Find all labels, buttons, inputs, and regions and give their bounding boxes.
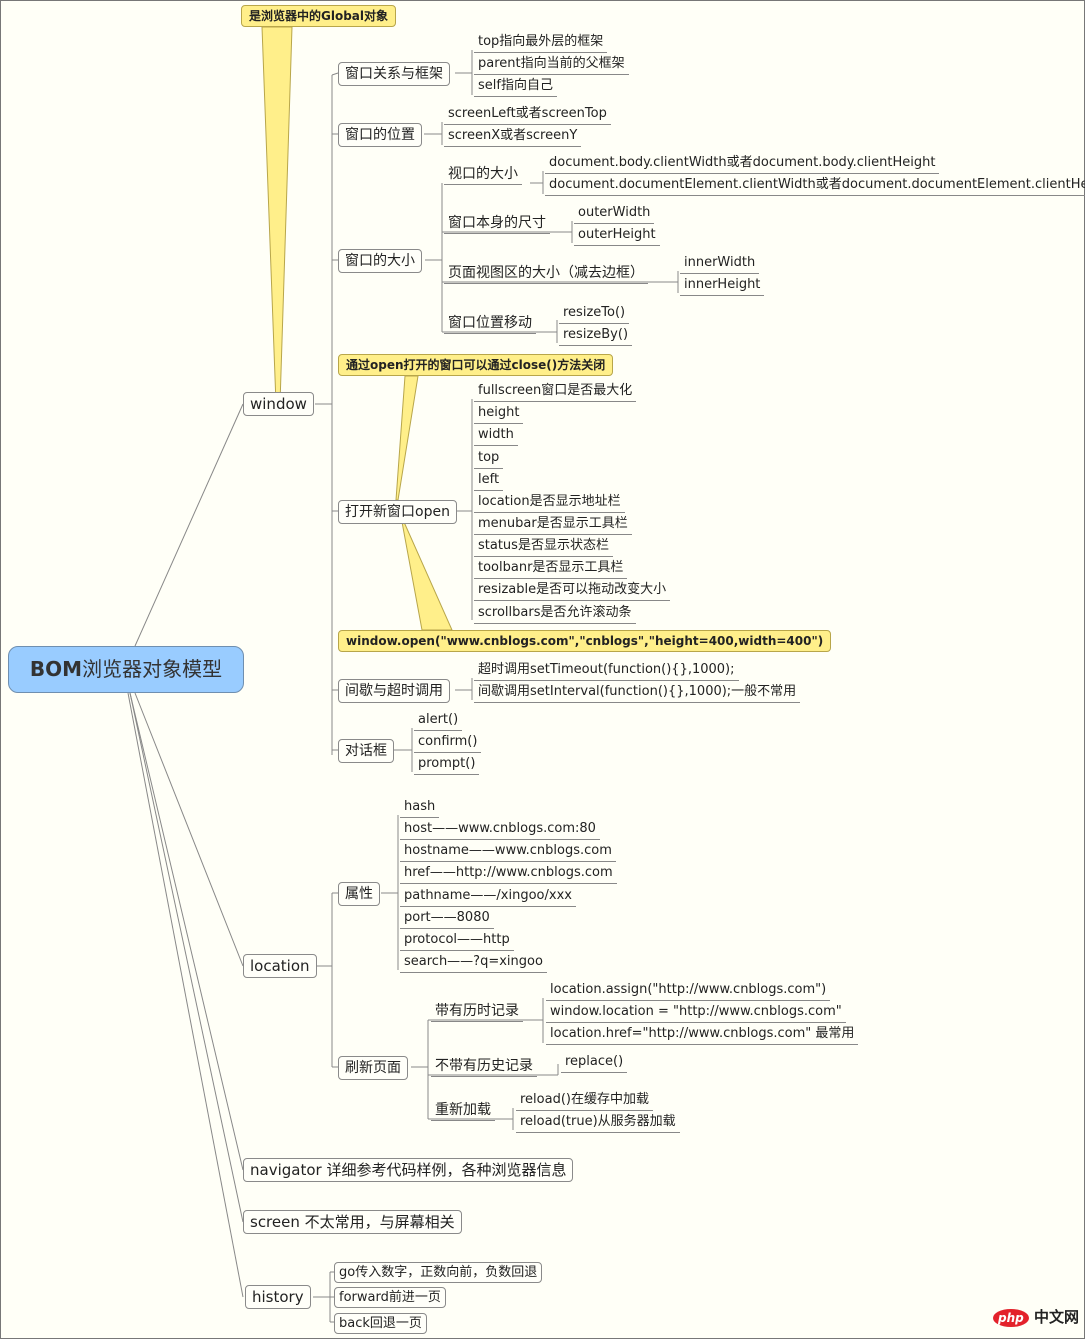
frames-item[interactable]: top指向最外层的框架: [474, 33, 608, 53]
open-item[interactable]: menubar是否显示工具栏: [474, 515, 632, 535]
note-global[interactable]: 是浏览器中的Global对象: [241, 5, 397, 27]
node-outer[interactable]: 窗口本身的尺寸: [444, 214, 550, 234]
root-label-cn: 浏览器对象模型: [82, 657, 223, 681]
open-item[interactable]: resizable是否可以拖动改变大小: [474, 581, 671, 601]
inner-item[interactable]: innerHeight: [680, 276, 765, 296]
node-no-history[interactable]: 不带有历史记录: [431, 1057, 537, 1077]
inner-item[interactable]: innerWidth: [680, 254, 760, 274]
props-item[interactable]: host——www.cnblogs.com:80: [400, 820, 600, 840]
node-location[interactable]: location: [243, 954, 317, 978]
outer-item[interactable]: outerHeight: [574, 226, 660, 246]
props-item[interactable]: pathname——/xingoo/xxx: [400, 887, 576, 907]
root-node[interactable]: BOM浏览器对象模型: [8, 646, 244, 693]
node-window[interactable]: window: [243, 392, 314, 416]
note-open-example[interactable]: window.open("www.cnblogs.com","cnblogs",…: [338, 630, 832, 652]
node-move[interactable]: 窗口位置移动: [444, 314, 536, 334]
watermark-text: 中文网: [1033, 1308, 1079, 1326]
node-frames[interactable]: 窗口关系与框架: [338, 62, 450, 86]
open-item[interactable]: scrollbars是否允许滚动条: [474, 604, 636, 624]
no-history-item[interactable]: replace(): [561, 1053, 628, 1073]
viewport-item[interactable]: document.documentElement.clientWidth或者do…: [545, 176, 1085, 196]
props-item[interactable]: protocol——http: [400, 931, 514, 951]
node-timers[interactable]: 间歇与超时调用: [338, 679, 450, 703]
open-item[interactable]: location是否显示地址栏: [474, 493, 625, 513]
open-item[interactable]: top: [474, 449, 504, 469]
note-close[interactable]: 通过open打开的窗口可以通过close()方法关闭: [338, 354, 614, 376]
open-item[interactable]: toolbanr是否显示工具栏: [474, 559, 628, 579]
open-item[interactable]: width: [474, 426, 518, 446]
move-item[interactable]: resizeTo(): [559, 304, 630, 324]
open-item[interactable]: left: [474, 471, 504, 491]
node-history[interactable]: history: [245, 1285, 311, 1309]
with-history-item[interactable]: window.location = "http://www.cnblogs.co…: [546, 1003, 846, 1023]
open-item[interactable]: fullscreen窗口是否最大化: [474, 382, 637, 402]
position-item[interactable]: screenLeft或者screenTop: [444, 105, 611, 125]
props-item[interactable]: hash: [400, 798, 440, 818]
node-size[interactable]: 窗口的大小: [338, 249, 422, 273]
node-refresh[interactable]: 刷新页面: [338, 1056, 408, 1080]
timers-item[interactable]: 超时调用setTimeout(function(){},1000);: [474, 661, 739, 681]
viewport-item[interactable]: document.body.clientWidth或者document.body…: [545, 154, 940, 174]
frames-item[interactable]: self指向自己: [474, 77, 557, 97]
props-item[interactable]: hostname——www.cnblogs.com: [400, 842, 616, 862]
position-item[interactable]: screenX或者screenY: [444, 127, 582, 147]
props-item[interactable]: port——8080: [400, 909, 494, 929]
open-item[interactable]: height: [474, 404, 524, 424]
node-reload[interactable]: 重新加载: [431, 1101, 495, 1121]
props-item[interactable]: href——http://www.cnblogs.com: [400, 864, 617, 884]
node-dialogs[interactable]: 对话框: [338, 739, 394, 763]
timers-item[interactable]: 间歇调用setInterval(function(){},1000);一般不常用: [474, 683, 801, 703]
open-item[interactable]: status是否显示状态栏: [474, 537, 613, 557]
watermark: php 中文网: [993, 1306, 1079, 1327]
node-position[interactable]: 窗口的位置: [338, 123, 422, 147]
dialogs-item[interactable]: prompt(): [414, 755, 480, 775]
root-label-latin: BOM: [29, 657, 83, 681]
node-props[interactable]: 属性: [338, 882, 380, 906]
node-inner[interactable]: 页面视图区的大小（减去边框）: [444, 264, 648, 284]
dialogs-item[interactable]: alert(): [414, 711, 463, 731]
reload-item[interactable]: reload()在缓存中加载: [516, 1091, 653, 1111]
outer-item[interactable]: outerWidth: [574, 204, 655, 224]
node-open[interactable]: 打开新窗口open: [338, 500, 457, 524]
frames-item[interactable]: parent指向当前的父框架: [474, 55, 629, 75]
props-item[interactable]: search——?q=xingoo: [400, 953, 547, 973]
dialogs-item[interactable]: confirm(): [414, 733, 482, 753]
node-navigator[interactable]: navigator 详细参考代码样例，各种浏览器信息: [243, 1158, 574, 1182]
history-item[interactable]: forward前进一页: [334, 1287, 446, 1308]
node-viewport[interactable]: 视口的大小: [444, 165, 522, 185]
history-item[interactable]: go传入数字，正数向前，负数回退: [334, 1262, 543, 1283]
history-item[interactable]: back回退一页: [334, 1313, 427, 1334]
with-history-item[interactable]: location.assign("http://www.cnblogs.com"…: [546, 981, 831, 1001]
node-with-history[interactable]: 带有历时记录: [431, 1002, 523, 1022]
node-screen[interactable]: screen 不太常用，与屏幕相关: [243, 1210, 462, 1234]
move-item[interactable]: resizeBy(): [559, 326, 633, 346]
with-history-item[interactable]: location.href="http://www.cnblogs.com" 最…: [546, 1025, 859, 1045]
reload-item[interactable]: reload(true)从服务器加载: [516, 1113, 680, 1133]
php-logo-icon: php: [993, 1309, 1029, 1327]
